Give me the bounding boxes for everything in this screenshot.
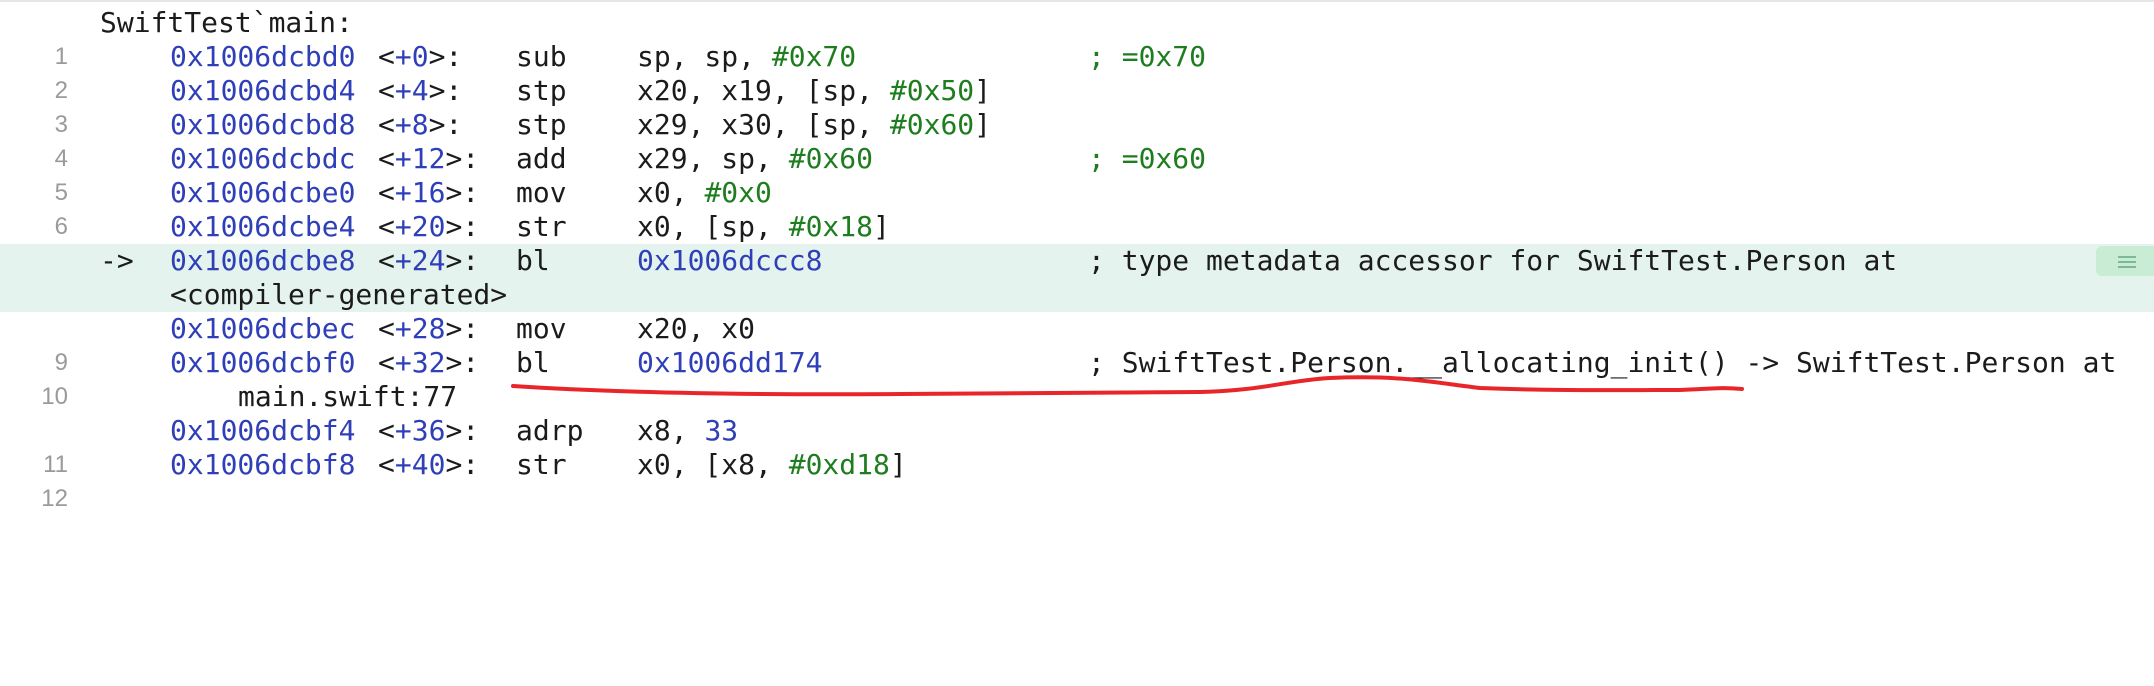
instruction-address: 0x1006dcbf4	[170, 414, 356, 447]
mnemonic: str	[516, 448, 567, 481]
line-number: 12	[41, 485, 68, 512]
instruction-address: 0x1006dcbf8	[170, 448, 356, 481]
red-underline-annotation	[511, 375, 1744, 397]
instruction-offset: <+40>:	[378, 448, 480, 481]
code-line[interactable]: 12 0x1006dcbf8 <+40>: str x0, [x8, #0xd1…	[0, 448, 2154, 512]
operands: x0, [x8, #0xd18]	[637, 448, 907, 481]
code-line[interactable]: 11 0x1006dcbf4 <+36>: adrp x8, 33	[0, 414, 2154, 478]
mnemonic: adrp	[516, 414, 584, 447]
disassembly-editor[interactable]: 1 SwiftTest`main: 2 0x1006dcbd0 <+0>: su…	[0, 0, 2154, 512]
operands: x8, 33	[637, 414, 739, 447]
instruction-offset: <+36>:	[378, 414, 480, 447]
